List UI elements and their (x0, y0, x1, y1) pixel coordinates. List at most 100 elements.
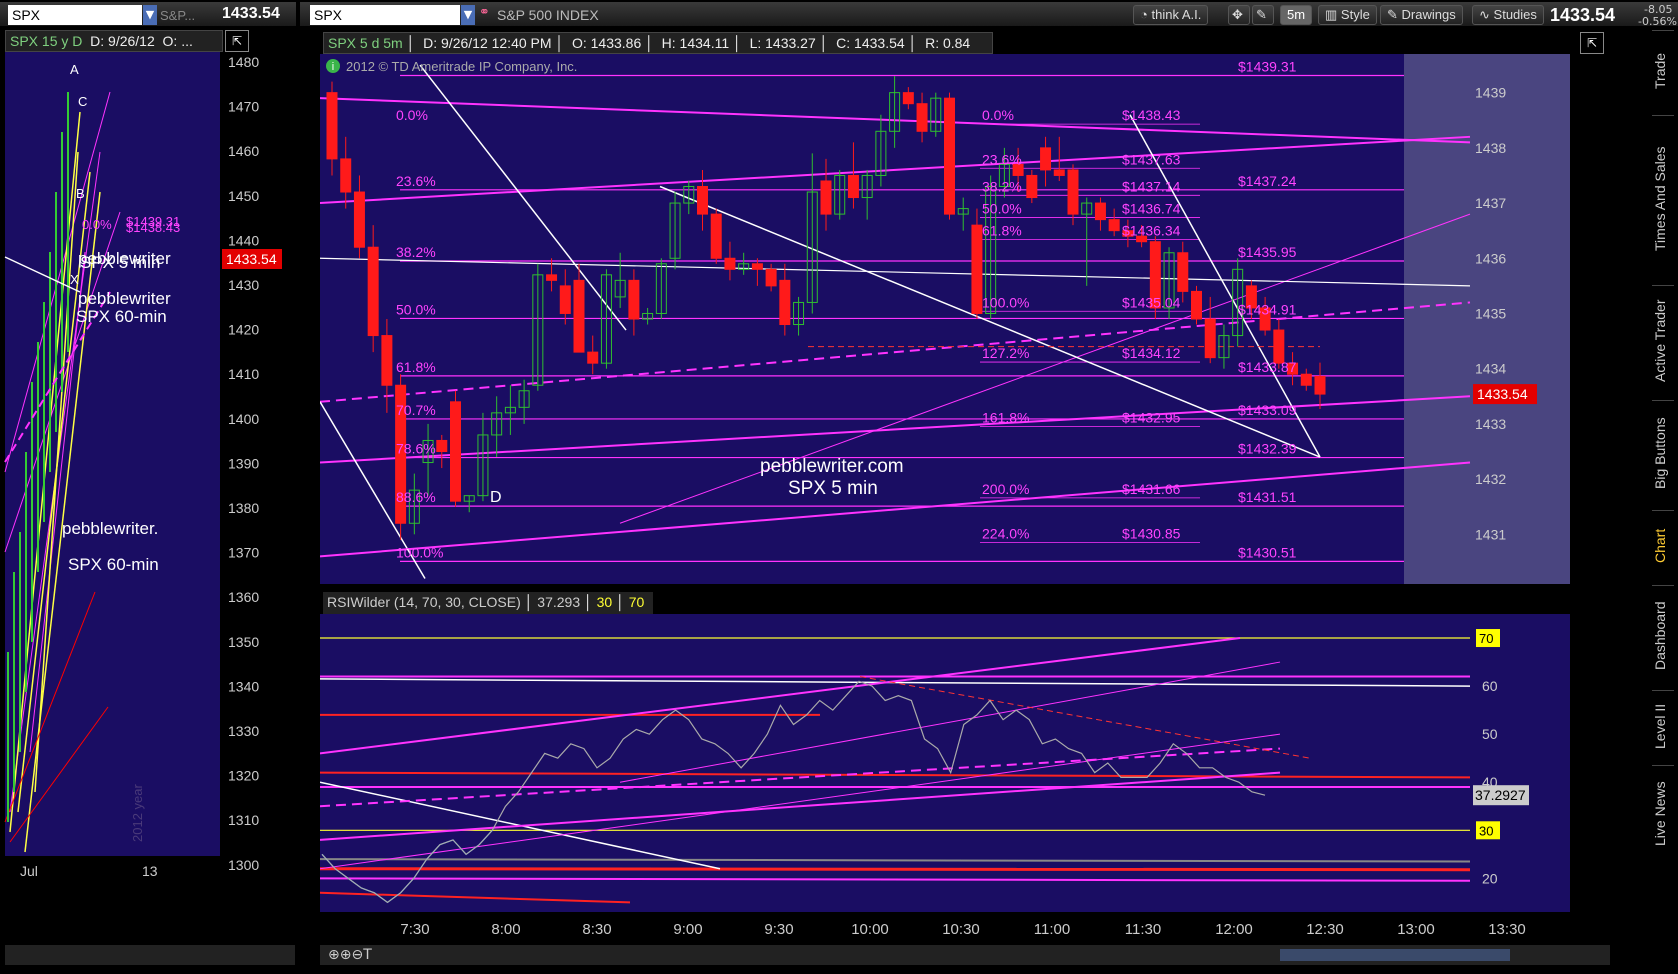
left-price-tag: 1433.54 (226, 251, 277, 267)
clock-icon: ◔ (1140, 7, 1148, 22)
price-chart: $1439.31 $1437.24 $1435.95 $1434.91 $1433.87… (320, 54, 1570, 584)
rsi-y-tick: 20 (1482, 870, 1498, 886)
left-info-date: D: 9/26/12 (90, 33, 155, 49)
y-tick: 1433 (1475, 416, 1506, 432)
rsi-overlay-line (320, 867, 1471, 872)
fib-left-label: 88.6% (396, 489, 436, 505)
candle-body (1040, 147, 1052, 171)
fib-mid-label: 50.0% (982, 200, 1022, 216)
studies-icon: ∿ (1479, 7, 1490, 22)
left-info-symbol: SPX 15 y D (10, 33, 83, 49)
candle-body (710, 213, 722, 259)
info-range: R: 0.84 (925, 35, 971, 51)
left-info-open: O: ... (162, 33, 193, 49)
rsi-ob-level: 70 (628, 594, 645, 610)
left-y-tick: 1370 (228, 545, 259, 561)
side-button-level-ii[interactable]: Level II (1652, 690, 1674, 761)
left-symbol-dropdown-icon[interactable]: ▼ (143, 5, 157, 25)
candle-body (1177, 252, 1189, 292)
think-ai-label: think A.I. (1151, 7, 1202, 22)
left-scroll-bar[interactable] (5, 945, 295, 965)
x-tick: 10:00 (851, 921, 889, 938)
left-y-tick: 1450 (228, 188, 259, 204)
fib-left-label: 100.0% (396, 544, 443, 560)
side-button-live-news[interactable]: Live News (1652, 765, 1674, 861)
studies-button[interactable]: ∿ Studies (1472, 5, 1544, 25)
fib-right-price: $1435.95 (1238, 244, 1297, 260)
fib-left-label: 38.2% (396, 244, 436, 260)
fib-mid-label: 224.0% (982, 526, 1029, 542)
left-chart-info: SPX 15 y D D: 9/26/12 O: ... (5, 30, 223, 52)
candle-body (820, 180, 832, 215)
left-watermark-5: pebblewriter. (62, 519, 158, 538)
left-x-tick-jul: Jul (20, 863, 38, 879)
info-symbol: SPX 5 d 5m (328, 35, 403, 51)
crosshair-tool-button[interactable]: ✥ (1228, 5, 1250, 25)
x-tick: 13:30 (1488, 921, 1526, 938)
left-last-price: 1433.54 (222, 5, 280, 22)
timeframe-button[interactable]: 5m (1280, 5, 1313, 25)
side-panel: Trade Times And Sales Active Trader Big But… (1650, 30, 1676, 861)
left-y-tick: 1460 (228, 143, 259, 159)
symbol-description: S&P 500 INDEX (497, 7, 599, 23)
studies-label: Studies (1493, 7, 1537, 22)
rsi-30-tag: 30 (1479, 823, 1493, 838)
rsi-chart: 706050403020 37.2927 70 30 (320, 614, 1570, 912)
x-tick: 11:00 (1034, 921, 1070, 938)
y-tick: 1431 (1475, 526, 1506, 542)
left-y-tick: 1420 (228, 322, 259, 338)
candle-body (381, 335, 393, 386)
y-tick: 1438 (1475, 140, 1506, 156)
scroll-thumb[interactable] (1280, 949, 1510, 961)
fib-right-price: $1431.51 (1238, 489, 1297, 505)
left-expand-icon[interactable]: ⇱ (225, 30, 249, 52)
main-symbol-input[interactable]: SPX (310, 5, 460, 25)
side-button-big-buttons[interactable]: Big Buttons (1652, 400, 1674, 506)
side-button-dashboard[interactable]: Dashboard (1652, 585, 1674, 686)
left-y-tick: 1300 (228, 857, 259, 873)
main-symbol-dropdown-icon[interactable]: ▼ (461, 5, 475, 25)
main-scroll-bar[interactable]: ⊕⊕⊖T (320, 945, 1610, 965)
left-fib-price-2: $1438.43 (126, 220, 180, 235)
fib-left-label: 0.0% (396, 107, 428, 123)
style-button[interactable]: ▥ Style (1318, 5, 1377, 25)
candle-body (847, 174, 859, 199)
fib-mid-label: 0.0% (982, 107, 1014, 123)
x-tick: 13:00 (1397, 921, 1435, 938)
y-tick: 1435 (1475, 305, 1506, 321)
candle-body (944, 97, 955, 215)
side-button-times-and-sales[interactable]: Times And Sales (1652, 115, 1674, 281)
wave-label-b: B (76, 186, 85, 201)
side-button-chart[interactable]: Chart (1652, 510, 1674, 581)
think-ai-button[interactable]: ◔ think A.I. (1133, 5, 1209, 25)
candle-body (971, 224, 983, 314)
x-tick: 12:30 (1306, 921, 1344, 938)
wrench-tool-button[interactable]: ✎ (1252, 5, 1274, 25)
left-y-tick: 1480 (228, 54, 259, 70)
wave-label-c: C (78, 94, 87, 109)
candle-body (573, 279, 585, 353)
fib-mid-price: $1438.43 (1122, 107, 1181, 123)
fib-mid-label: 38.2% (982, 178, 1022, 194)
left-y-tick: 1340 (228, 678, 259, 694)
fib-mid-price: $1434.12 (1122, 345, 1181, 361)
side-button-trade[interactable]: Trade (1652, 30, 1674, 111)
fib-left-label: 23.6% (396, 173, 436, 189)
fib-right-price: $1433.87 (1238, 359, 1297, 375)
fib-right-price: $1430.51 (1238, 544, 1297, 560)
link-icon[interactable]: ⚭ (479, 5, 490, 20)
left-y-tick: 1350 (228, 634, 259, 650)
drawings-button[interactable]: ✎ Drawings (1380, 5, 1463, 25)
candle-body (779, 279, 791, 326)
candle-body (340, 158, 352, 193)
main-expand-icon[interactable]: ⇱ (1580, 32, 1604, 54)
x-tick: 11:30 (1125, 921, 1161, 938)
left-symbol-input[interactable]: SPX (8, 5, 142, 25)
side-button-active-trader[interactable]: Active Trader (1652, 285, 1674, 396)
zoom-tools-icon[interactable]: ⊕⊕⊖T (328, 947, 372, 963)
left-y-tick: 1360 (228, 589, 259, 605)
candle-body (697, 186, 708, 215)
x-tick: 7:30 (400, 921, 429, 938)
left-watermark-2: SPX 5 min (80, 253, 160, 272)
info-low: L: 1433.27 (749, 35, 816, 51)
